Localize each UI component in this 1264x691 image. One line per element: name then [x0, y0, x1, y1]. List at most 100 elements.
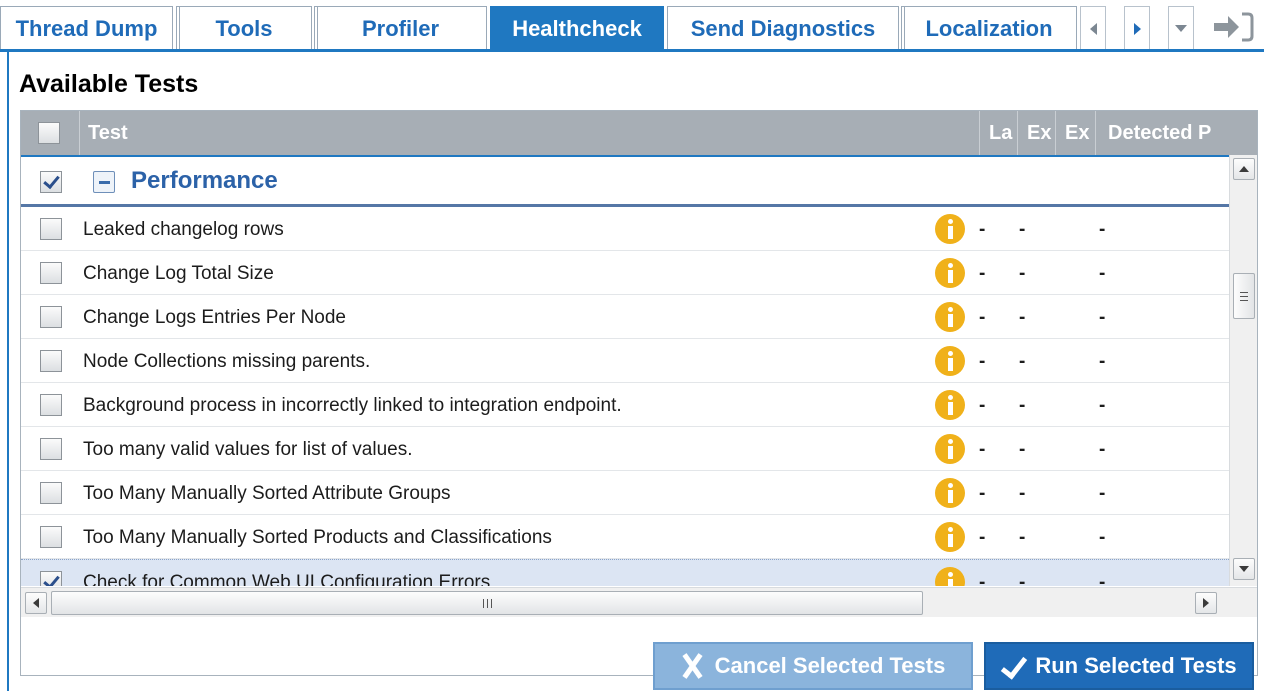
header-test[interactable]: Test [79, 111, 979, 155]
cell-c1: - [979, 351, 986, 372]
test-name: Node Collections missing parents. [83, 351, 371, 372]
scroll-up-button[interactable] [1233, 158, 1255, 180]
cell-c2: - [1019, 307, 1026, 328]
test-row[interactable]: Too Many Manually Sorted Attribute Group… [21, 471, 1229, 515]
cell-c1: - [979, 307, 986, 328]
header-last[interactable]: La [979, 111, 1017, 155]
header-detected[interactable]: Detected P [1095, 111, 1257, 155]
test-row[interactable]: Too many valid values for list of values… [21, 427, 1229, 471]
test-row[interactable]: Background process in incorrectly linked… [21, 383, 1229, 427]
info-icon[interactable] [935, 434, 965, 464]
header-expected-2[interactable]: Ex [1055, 111, 1095, 155]
cell-c3: - [1099, 527, 1106, 548]
group-checkbox[interactable] [40, 171, 62, 193]
cell-c2: - [1019, 572, 1026, 586]
scroll-down-icon [1239, 566, 1249, 572]
select-all-checkbox[interactable] [38, 122, 60, 144]
row-checkbox[interactable] [40, 350, 62, 372]
run-button-label: Run Selected Tests [1035, 653, 1237, 678]
horizontal-scroll-thumb[interactable] [51, 591, 923, 615]
cell-c2: - [1019, 483, 1026, 504]
scroll-left-icon [1089, 22, 1097, 35]
cell-c2: - [1019, 527, 1026, 548]
scroll-right-icon [1133, 22, 1141, 35]
info-icon[interactable] [935, 302, 965, 332]
cell-c2: - [1019, 395, 1026, 416]
cancel-icon [681, 654, 703, 678]
collapse-icon[interactable] [93, 171, 115, 193]
info-icon[interactable] [935, 346, 965, 376]
exit-icon[interactable] [1212, 10, 1256, 44]
row-checkbox[interactable] [40, 438, 62, 460]
scroll-left-button[interactable] [25, 592, 47, 614]
cancel-selected-tests-button[interactable]: Cancel Selected Tests [653, 642, 973, 690]
hscroll-right-icon [1203, 598, 1209, 608]
cell-c1: - [979, 395, 986, 416]
test-name: Too Many Manually Sorted Products and Cl… [83, 527, 552, 548]
horizontal-scrollbar[interactable] [21, 587, 1257, 617]
test-name: Background process in incorrectly linked… [83, 395, 622, 416]
tab-thread-dump[interactable]: Thread Dump [0, 6, 173, 50]
info-icon[interactable] [935, 478, 965, 508]
scroll-down-button[interactable] [1233, 558, 1255, 580]
tests-grid: Test La Ex Ex Detected P Performance Lea… [20, 110, 1258, 676]
cell-c3: - [1099, 263, 1106, 284]
info-icon[interactable] [935, 214, 965, 244]
cell-c3: - [1099, 483, 1106, 504]
section-title: Available Tests [19, 70, 199, 98]
test-row[interactable]: Change Logs Entries Per Node - - - [21, 295, 1229, 339]
row-checkbox[interactable] [40, 262, 62, 284]
test-row[interactable]: Check for Common Web UI Configuration Er… [21, 559, 1229, 586]
tab-send-diagnostics[interactable]: Send Diagnostics [667, 6, 899, 50]
cell-c1: - [979, 572, 986, 586]
info-icon[interactable] [935, 522, 965, 552]
tab-scroll-right-button[interactable] [1124, 6, 1150, 50]
test-row[interactable]: Leaked changelog rows - - - [21, 207, 1229, 251]
tab-menu-button[interactable] [1168, 6, 1194, 50]
row-checkbox[interactable] [40, 526, 62, 548]
cell-c3: - [1099, 439, 1106, 460]
tab-scroll-left-button[interactable] [1080, 6, 1106, 50]
info-icon[interactable] [935, 258, 965, 288]
header-expected-1[interactable]: Ex [1017, 111, 1055, 155]
test-row[interactable]: Change Log Total Size - - - [21, 251, 1229, 295]
run-selected-tests-button[interactable]: Run Selected Tests [984, 642, 1254, 690]
row-checkbox[interactable] [40, 394, 62, 416]
header-select-all [21, 111, 79, 155]
test-name: Change Logs Entries Per Node [83, 307, 346, 328]
test-name: Check for Common Web UI Configuration Er… [83, 572, 491, 586]
cell-c1: - [979, 527, 986, 548]
cell-c3: - [1099, 395, 1106, 416]
healthcheck-panel: Available Tests Test La Ex Ex Detected P… [7, 52, 1264, 691]
row-checkbox[interactable] [40, 482, 62, 504]
tab-profiler[interactable]: Profiler [314, 6, 487, 50]
hscroll-left-icon [33, 598, 39, 608]
cell-c3: - [1099, 351, 1106, 372]
info-icon[interactable] [935, 390, 965, 420]
test-name: Change Log Total Size [83, 263, 274, 284]
vertical-scrollbar[interactable] [1229, 155, 1257, 586]
vertical-scroll-thumb[interactable] [1233, 273, 1255, 319]
test-row[interactable]: Too Many Manually Sorted Products and Cl… [21, 515, 1229, 559]
test-name: Leaked changelog rows [83, 219, 284, 240]
row-checkbox[interactable] [40, 218, 62, 240]
scroll-right-button[interactable] [1195, 592, 1217, 614]
scroll-up-icon [1239, 166, 1249, 172]
cell-c2: - [1019, 263, 1026, 284]
group-label: Performance [131, 167, 278, 194]
tab-bar: Thread Dump Tools Profiler Healthcheck S… [0, 0, 1264, 52]
row-checkbox[interactable] [40, 306, 62, 328]
cell-c1: - [979, 439, 986, 460]
tab-healthcheck[interactable]: Healthcheck [490, 6, 664, 50]
test-row[interactable]: Node Collections missing parents. - - - [21, 339, 1229, 383]
group-row-performance[interactable]: Performance [21, 155, 1229, 207]
info-icon[interactable] [935, 567, 965, 586]
grid-header: Test La Ex Ex Detected P [21, 111, 1257, 155]
tab-tools[interactable]: Tools [176, 6, 312, 50]
cell-c2: - [1019, 439, 1026, 460]
tab-localization[interactable]: Localization [901, 6, 1077, 50]
cancel-button-label: Cancel Selected Tests [714, 653, 946, 678]
cell-c1: - [979, 483, 986, 504]
cell-c3: - [1099, 572, 1106, 586]
row-checkbox[interactable] [40, 571, 62, 586]
